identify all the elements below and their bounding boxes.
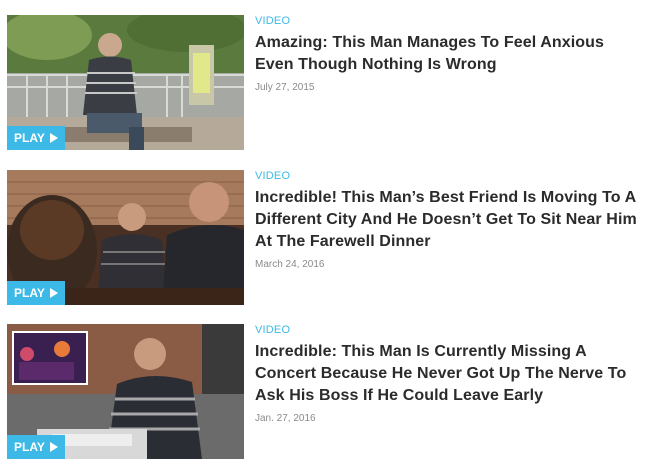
article-text: VIDEO Incredible: This Man Is Currently … [255, 324, 640, 425]
play-label: PLAY [14, 131, 45, 145]
play-triangle-icon [49, 288, 58, 298]
article-item: PLAY VIDEO Incredible: This Man Is Curre… [7, 324, 643, 459]
article-item: PLAY VIDEO Amazing: This Man Manages To … [7, 15, 643, 150]
article-item: PLAY VIDEO Incredible! This Man’s Best F… [7, 170, 643, 305]
article-text: VIDEO Incredible! This Man’s Best Friend… [255, 170, 640, 271]
play-button[interactable]: PLAY [7, 435, 65, 459]
play-button[interactable]: PLAY [7, 126, 65, 150]
article-title-link[interactable]: Incredible: This Man Is Currently Missin… [255, 341, 640, 407]
article-date: March 24, 2016 [255, 259, 325, 270]
article-date: Jan. 27, 2016 [255, 413, 316, 424]
category-link[interactable]: VIDEO [255, 324, 640, 337]
article-thumbnail[interactable]: PLAY [7, 170, 244, 305]
play-triangle-icon [49, 442, 58, 452]
play-label: PLAY [14, 286, 45, 300]
article-title-link[interactable]: Incredible! This Man’s Best Friend Is Mo… [255, 187, 640, 253]
article-title-link[interactable]: Amazing: This Man Manages To Feel Anxiou… [255, 32, 640, 76]
play-label: PLAY [14, 440, 45, 454]
play-button[interactable]: PLAY [7, 281, 65, 305]
article-thumbnail[interactable]: PLAY [7, 324, 244, 459]
category-link[interactable]: VIDEO [255, 170, 640, 183]
article-text: VIDEO Amazing: This Man Manages To Feel … [255, 15, 640, 94]
category-link[interactable]: VIDEO [255, 15, 640, 28]
article-thumbnail[interactable]: PLAY [7, 15, 244, 150]
article-date: July 27, 2015 [255, 82, 315, 93]
play-triangle-icon [49, 133, 58, 143]
